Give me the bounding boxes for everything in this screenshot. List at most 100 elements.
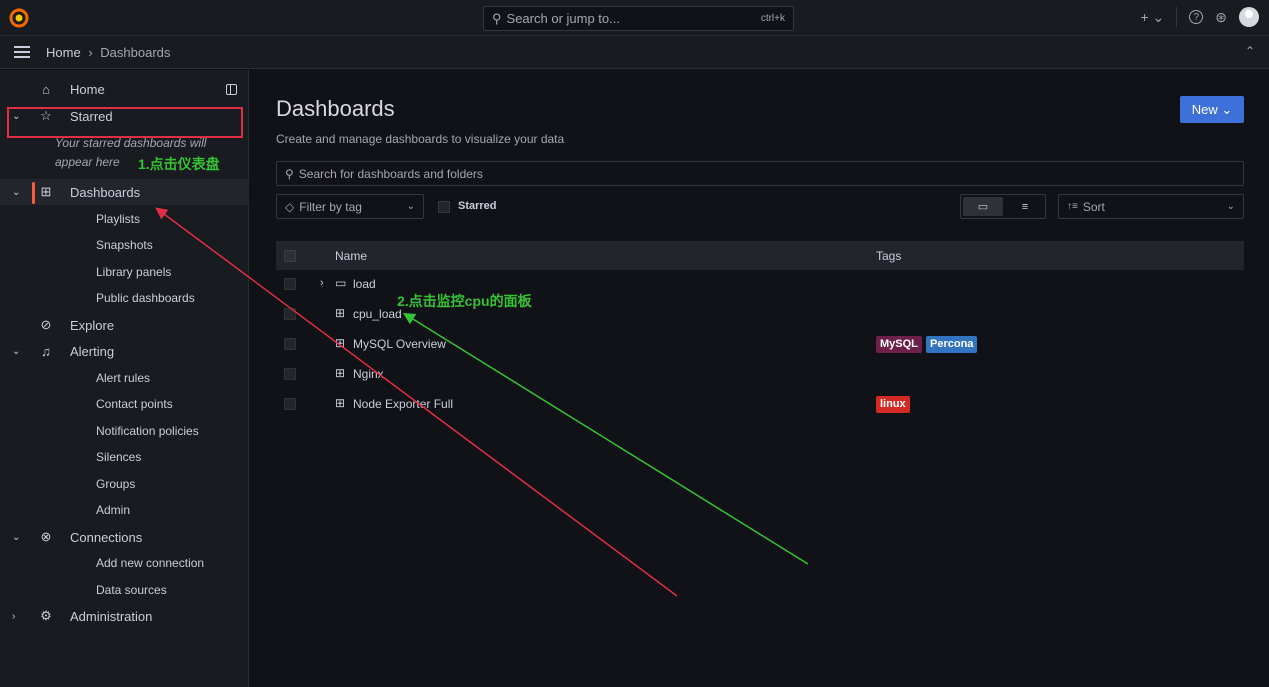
- sort-select[interactable]: ↑≡ Sort ⌄: [1058, 194, 1244, 219]
- row-title[interactable]: Nginx: [353, 367, 384, 381]
- breadcrumb-current: Dashboards: [100, 45, 171, 60]
- table-row[interactable]: ⊞ Node Exporter Full linux: [276, 390, 1244, 419]
- chevron-up-icon[interactable]: ⌃: [1245, 44, 1255, 58]
- breadcrumb-separator: ›: [88, 45, 93, 60]
- tag-icon: ◇: [285, 199, 295, 214]
- annotation-step-1: 1.点击仪表盘: [138, 156, 220, 172]
- row-checkbox[interactable]: [284, 338, 296, 350]
- main-content: Dashboards Create and manage dashboards …: [250, 70, 1269, 687]
- sidebar-item-label: Admin: [96, 503, 131, 517]
- sidebar-item-playlists[interactable]: Playlists: [26, 206, 275, 232]
- starred-label: Starred: [458, 200, 497, 212]
- cog-icon: ⚙: [40, 608, 52, 623]
- table-header: Name Tags: [276, 241, 1244, 270]
- tag-badge[interactable]: Percona: [926, 336, 978, 353]
- sidebar-item-alert-rules[interactable]: Alert rules: [26, 365, 275, 391]
- sidebar-item-add-new-connection[interactable]: Add new connection: [26, 550, 275, 576]
- sidebar-item-contact-points[interactable]: Contact points: [26, 391, 275, 417]
- row-title[interactable]: cpu_load: [353, 307, 402, 321]
- column-tags: Tags: [876, 249, 902, 263]
- page-subtitle: Create and manage dashboards to visualiz…: [276, 132, 565, 146]
- sidebar-item-label: Alert rules: [96, 371, 151, 385]
- dashboard-icon: ⊞: [335, 396, 346, 410]
- dashboard-search-input[interactable]: ⚲ Search for dashboards and folders: [276, 161, 1244, 186]
- chevron-down-icon[interactable]: ⌄: [12, 346, 20, 357]
- row-title[interactable]: load: [353, 277, 376, 291]
- sidebar-item-notification-policies[interactable]: Notification policies: [26, 418, 275, 444]
- row-checkbox[interactable]: [284, 368, 296, 380]
- sidebar-item-explore[interactable]: ⊘ Explore: [0, 312, 249, 338]
- sidebar-item-admin[interactable]: Admin: [26, 497, 275, 523]
- sidebar-item-dashboards[interactable]: ⌄ ⊞ Dashboards: [0, 179, 249, 205]
- sidebar-item-label: Home: [70, 81, 105, 97]
- row-checkbox[interactable]: [284, 398, 296, 410]
- news-icon[interactable]: ⊛: [1215, 9, 1227, 26]
- global-search-input[interactable]: ⚲ Search or jump to... ctrl+k: [483, 6, 794, 31]
- search-icon: ⚲: [492, 10, 502, 26]
- sidebar-item-label: Silences: [96, 450, 142, 464]
- column-name: Name: [335, 249, 368, 263]
- sidebar-item-connections[interactable]: ⌄ ⊗ Connections: [0, 524, 249, 550]
- folder-view-icon[interactable]: ▭: [963, 197, 1003, 216]
- sidebar-item-label: Administration: [70, 608, 153, 624]
- table-row[interactable]: ⊞ Nginx: [276, 360, 1244, 389]
- sidebar-item-administration[interactable]: › ⚙ Administration: [0, 603, 249, 629]
- row-title[interactable]: MySQL Overview: [353, 337, 446, 351]
- annotation-highlight-box: [7, 107, 243, 138]
- select-all-checkbox[interactable]: [284, 250, 296, 262]
- menu-icon[interactable]: [14, 46, 30, 58]
- link-icon: ⊗: [40, 529, 52, 544]
- new-plus-button[interactable]: + ⌄: [1140, 9, 1164, 26]
- sidebar-item-label: Data sources: [96, 583, 167, 597]
- sidebar-item-label: Dashboards: [70, 184, 141, 200]
- sidebar-item-groups[interactable]: Groups: [26, 471, 275, 497]
- top-bar: ⚲ Search or jump to... ctrl+k + ⌄ ? ⊛: [0, 0, 1269, 36]
- sidebar-item-label: Snapshots: [96, 238, 153, 252]
- new-button[interactable]: New ⌄: [1180, 96, 1244, 123]
- row-checkbox[interactable]: [284, 308, 296, 320]
- dashboard-icon: ⊞: [335, 366, 346, 380]
- grid-icon: ⊞: [40, 184, 52, 199]
- row-title[interactable]: Node Exporter Full: [353, 397, 453, 411]
- active-indicator: [32, 182, 35, 204]
- search-icon: ⚲: [285, 166, 294, 181]
- sidebar-item-snapshots[interactable]: Snapshots: [26, 232, 275, 258]
- avatar[interactable]: [1239, 7, 1259, 27]
- chevron-right-icon[interactable]: ›: [320, 277, 324, 289]
- sidebar-item-label: Alerting: [70, 343, 115, 359]
- sidebar-item-data-sources[interactable]: Data sources: [26, 577, 275, 603]
- sidebar-item-label: Groups: [96, 477, 136, 491]
- help-icon[interactable]: ?: [1189, 10, 1204, 24]
- list-view-icon[interactable]: ≡: [1005, 195, 1045, 218]
- sidebar-item-home[interactable]: ⌂ Home: [0, 76, 249, 102]
- chevron-down-icon[interactable]: ⌄: [12, 532, 20, 543]
- compass-icon: ⊘: [40, 317, 52, 332]
- sidebar-item-library-panels[interactable]: Library panels: [26, 259, 275, 285]
- search-placeholder: Search or jump to...: [506, 11, 620, 26]
- sort-icon: ↑≡: [1067, 201, 1078, 212]
- chevron-down-icon[interactable]: ⌄: [12, 187, 20, 198]
- tag-badge[interactable]: linux: [876, 396, 910, 413]
- sidebar-item-label: Notification policies: [96, 424, 199, 438]
- sort-label: Sort: [1082, 199, 1105, 214]
- row-checkbox[interactable]: [284, 278, 296, 290]
- breadcrumb-home[interactable]: Home: [46, 45, 81, 60]
- sidebar-item-public-dashboards[interactable]: Public dashboards: [26, 285, 275, 311]
- dashboard-icon: ⊞: [335, 336, 346, 350]
- starred-checkbox[interactable]: [438, 201, 450, 213]
- chevron-down-icon: ⌄: [1226, 201, 1235, 212]
- tag-badge[interactable]: MySQL: [876, 336, 922, 353]
- divider: [1176, 7, 1178, 27]
- chevron-right-icon[interactable]: ›: [12, 611, 15, 622]
- view-toggle[interactable]: ▭ ≡: [960, 194, 1046, 219]
- annotation-step-2: 2.点击监控cpu的面板: [397, 293, 532, 309]
- sidebar-item-alerting[interactable]: ⌄ ♫ Alerting: [0, 338, 249, 364]
- home-icon: ⌂: [42, 81, 50, 97]
- tag-filter-select[interactable]: ◇ Filter by tag ⌄: [276, 194, 424, 219]
- sidebar-item-label: Public dashboards: [96, 291, 195, 305]
- sidebar-item-silences[interactable]: Silences: [26, 444, 275, 470]
- table-row[interactable]: ⊞ MySQL Overview MySQL Percona: [276, 330, 1244, 359]
- breadcrumb: Home › Dashboards: [46, 45, 170, 60]
- keyboard-shortcut: ctrl+k: [760, 13, 785, 24]
- grafana-logo-icon[interactable]: [8, 7, 30, 29]
